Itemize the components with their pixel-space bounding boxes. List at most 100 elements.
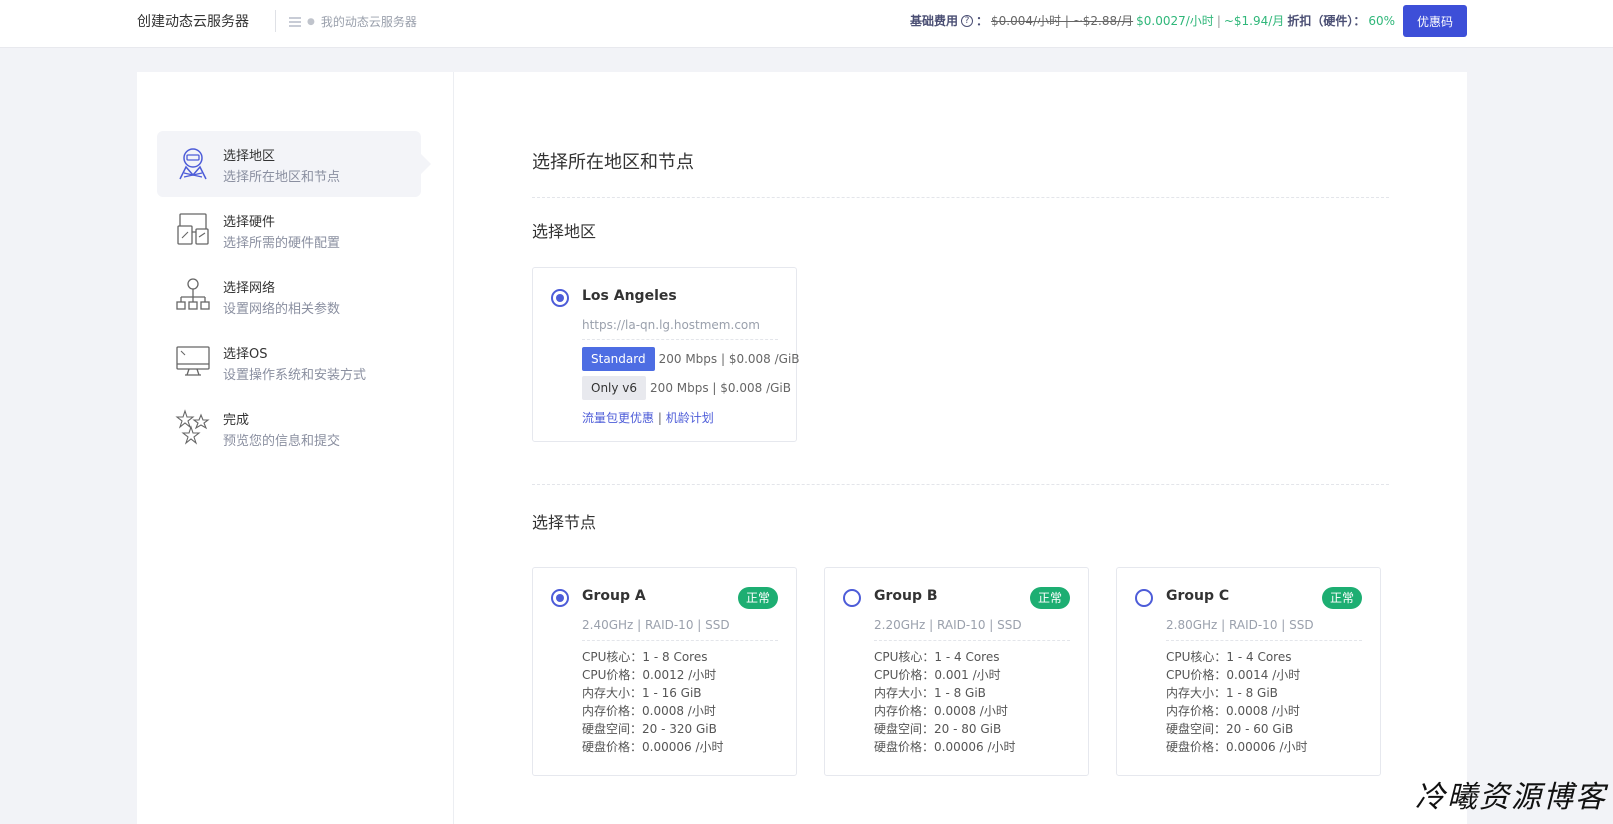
- node-meta: 2.80GHz | RAID-10 | SSD: [1166, 618, 1314, 632]
- step-title: 选择地区: [223, 149, 276, 164]
- network-detail: 200 Mbps | $0.008 /GiB: [650, 381, 791, 395]
- node-radio[interactable]: [843, 589, 861, 607]
- spec-item: CPU核心：1 - 4 Cores: [1166, 650, 1292, 664]
- list-icon: [289, 16, 301, 27]
- step-subtitle: 选择所需的硬件配置: [223, 236, 341, 251]
- link-separator: |: [657, 411, 662, 425]
- region-name: Los Angeles: [582, 288, 677, 304]
- step-subtitle: 预览您的信息和提交: [223, 434, 341, 449]
- page-title: 创建动态云服务器: [137, 14, 249, 30]
- network-option-standard[interactable]: Standard 200 Mbps | $0.008 /GiB: [582, 347, 800, 371]
- network-badge-standard[interactable]: Standard: [582, 347, 655, 371]
- spec-item: CPU核心：1 - 8 Cores: [582, 650, 708, 664]
- node-meta: 2.20GHz | RAID-10 | SSD: [874, 618, 1022, 632]
- old-price: $0.004/小时 | ~$2.88/月: [990, 14, 1134, 28]
- section-heading: 选择所在地区和节点: [532, 152, 694, 173]
- new-price-hour: $0.0027/小时: [1136, 14, 1214, 28]
- spec-item: CPU价格：0.0014 /小时: [1166, 668, 1301, 682]
- title-divider: [275, 10, 276, 32]
- step-title: 选择OS: [223, 347, 268, 362]
- monitor-icon: [176, 346, 210, 376]
- step-title: 选择网络: [223, 281, 276, 296]
- coupon-button[interactable]: 优惠码: [1403, 5, 1467, 37]
- step-finish[interactable]: 完成 预览您的信息和提交: [157, 395, 421, 461]
- status-badge: 正常: [1321, 587, 1362, 609]
- price-separator: |: [1216, 13, 1221, 28]
- spec-item: 硬盘价格：0.00006 /小时: [1166, 740, 1308, 754]
- step-title: 选择硬件: [223, 215, 276, 230]
- step-subtitle: 选择所在地区和节点: [223, 170, 341, 185]
- card-divider: [874, 640, 1070, 641]
- status-badge: 正常: [737, 587, 778, 609]
- spec-item: 硬盘空间：20 - 80 GiB: [874, 722, 1002, 736]
- ninja-icon: [179, 148, 207, 180]
- node-radio[interactable]: [551, 589, 569, 607]
- step-subtitle: 设置网络的相关参数: [223, 302, 341, 317]
- node-heading: 选择节点: [532, 513, 597, 532]
- spec-item: 内存大小：1 - 8 GiB: [1166, 686, 1278, 700]
- spec-item: CPU价格：0.001 /小时: [874, 668, 1001, 682]
- spec-list: CPU核心：1 - 8 Cores CPU价格：0.0012 /小时 内存大小：…: [582, 648, 723, 756]
- region-radio[interactable]: [551, 289, 569, 307]
- discount-value: 60%: [1368, 13, 1395, 28]
- step-hardware[interactable]: 选择硬件 选择所需的硬件配置: [157, 197, 421, 263]
- new-price-month: ~$1.94/月: [1223, 14, 1285, 28]
- spec-item: 硬盘空间：20 - 60 GiB: [1166, 722, 1294, 736]
- spec-item: CPU价格：0.0012 /小时: [582, 668, 717, 682]
- region-heading: 选择地区: [532, 222, 597, 241]
- traffic-package-link[interactable]: 流量包更优惠: [582, 411, 654, 425]
- node-card-group-a[interactable]: Group A 正常 2.40GHz | RAID-10 | SSD CPU核心…: [532, 567, 797, 776]
- step-title: 完成: [223, 413, 250, 428]
- step-subtitle: 设置操作系统和安装方式: [223, 368, 367, 383]
- network-detail: 200 Mbps | $0.008 /GiB: [658, 352, 800, 366]
- spec-item: 内存价格：0.0008 /小时: [582, 704, 716, 718]
- breadcrumb-separator-icon: ●: [307, 16, 315, 27]
- node-name: Group B: [874, 588, 938, 604]
- card-divider: [582, 339, 778, 340]
- node-card-group-b[interactable]: Group B 正常 2.20GHz | RAID-10 | SSD CPU核心…: [824, 567, 1089, 776]
- node-meta: 2.40GHz | RAID-10 | SSD: [582, 618, 730, 632]
- spec-item: 内存价格：0.0008 /小时: [874, 704, 1008, 718]
- network-badge-v6[interactable]: Only v6: [582, 376, 647, 400]
- network-option-v6[interactable]: Only v6 200 Mbps | $0.008 /GiB: [582, 376, 791, 400]
- region-url[interactable]: https://la-qn.lg.hostmem.com: [582, 318, 760, 332]
- card-divider: [1166, 640, 1362, 641]
- price-colon: ：: [975, 14, 988, 28]
- help-icon[interactable]: ?: [960, 14, 973, 27]
- step-region[interactable]: 选择地区 选择所在地区和节点: [157, 131, 431, 197]
- status-badge: 正常: [1029, 587, 1070, 609]
- region-card-los-angeles[interactable]: Los Angeles https://la-qn.lg.hostmem.com…: [532, 267, 800, 442]
- main-panel: 选择地区 选择所在地区和节点 选择硬件 选择所需的硬件配置 选择网络 设置网络的…: [137, 72, 1467, 824]
- divider: [532, 197, 1389, 198]
- step-os[interactable]: 选择OS 设置操作系统和安装方式: [157, 329, 421, 395]
- spec-item: 内存价格：0.0008 /小时: [1166, 704, 1300, 718]
- discount-label: 折扣（硬件）：: [1287, 14, 1366, 28]
- price-summary: 基础费用 ? ： $0.004/小时 | ~$2.88/月 $0.0027/小时…: [910, 12, 1395, 29]
- spec-list: CPU核心：1 - 4 Cores CPU价格：0.001 /小时 内存大小：1…: [874, 648, 1015, 756]
- breadcrumb[interactable]: ● 我的动态云服务器: [289, 13, 417, 30]
- card-divider: [582, 640, 778, 641]
- price-label: 基础费用: [909, 14, 958, 28]
- promo-links: 流量包更优惠 | 机龄计划: [582, 409, 714, 426]
- node-card-group-c[interactable]: Group C 正常 2.80GHz | RAID-10 | SSD CPU核心…: [1116, 567, 1381, 776]
- spec-item: 硬盘价格：0.00006 /小时: [582, 740, 724, 754]
- stars-icon: [175, 409, 210, 445]
- top-bar: 创建动态云服务器 ● 我的动态云服务器 基础费用 ? ： $0.004/小时 |…: [0, 0, 1613, 48]
- spec-item: 内存大小：1 - 8 GiB: [874, 686, 986, 700]
- node-radio[interactable]: [1135, 589, 1153, 607]
- node-name: Group C: [1166, 588, 1230, 604]
- spec-list: CPU核心：1 - 4 Cores CPU价格：0.0014 /小时 内存大小：…: [1166, 648, 1307, 756]
- divider: [532, 484, 1389, 485]
- network-icon: [176, 278, 210, 310]
- hardware-icon: [177, 213, 209, 245]
- spec-item: CPU核心：1 - 4 Cores: [874, 650, 1000, 664]
- step-network[interactable]: 选择网络 设置网络的相关参数: [157, 263, 421, 329]
- breadcrumb-link[interactable]: 我的动态云服务器: [321, 13, 417, 30]
- spec-item: 硬盘价格：0.00006 /小时: [874, 740, 1016, 754]
- step-sidebar: 选择地区 选择所在地区和节点 选择硬件 选择所需的硬件配置 选择网络 设置网络的…: [137, 72, 454, 824]
- watermark: 冷曦资源博客: [1415, 780, 1607, 815]
- machine-age-link[interactable]: 机龄计划: [666, 411, 714, 425]
- node-name: Group A: [582, 588, 646, 604]
- spec-item: 内存大小：1 - 16 GiB: [582, 686, 702, 700]
- spec-item: 硬盘空间：20 - 320 GiB: [582, 722, 717, 736]
